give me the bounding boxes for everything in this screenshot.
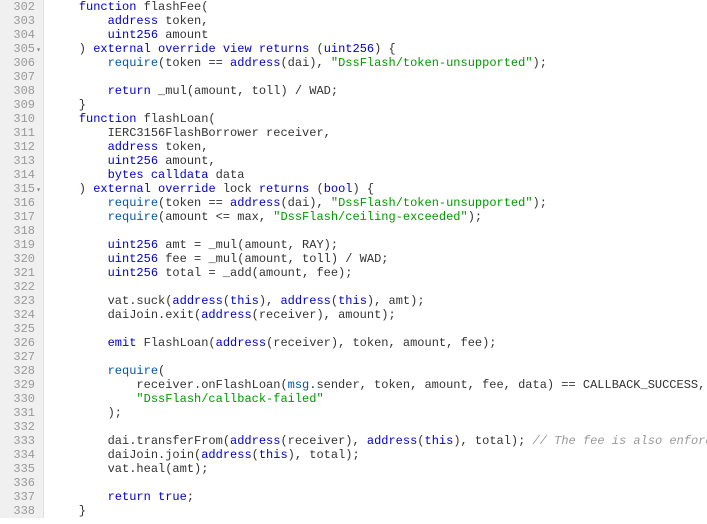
- line-number: 302: [4, 0, 35, 14]
- line-number: 309: [4, 98, 35, 112]
- line-number: 325: [4, 322, 35, 336]
- code-line[interactable]: receiver.onFlashLoan(msg.sender, token, …: [50, 378, 707, 392]
- code-line[interactable]: uint256 fee = _mul(amount, toll) / WAD;: [50, 252, 707, 266]
- code-line[interactable]: vat.suck(address(this), address(this), a…: [50, 294, 707, 308]
- line-number: 333: [4, 434, 35, 448]
- line-number: 304: [4, 28, 35, 42]
- code-editor-content[interactable]: function flashFee( address token, uint25…: [44, 0, 707, 518]
- code-line[interactable]: address token,: [50, 14, 707, 28]
- code-line[interactable]: [50, 224, 707, 238]
- code-line[interactable]: vat.heal(amt);: [50, 462, 707, 476]
- line-number: 303: [4, 14, 35, 28]
- line-number: 311: [4, 126, 35, 140]
- code-line[interactable]: uint256 amount: [50, 28, 707, 42]
- line-number: 323: [4, 294, 35, 308]
- line-number: 336: [4, 476, 35, 490]
- code-line[interactable]: dai.transferFrom(address(receiver), addr…: [50, 434, 707, 448]
- line-number: 319: [4, 238, 35, 252]
- line-number: 329: [4, 378, 35, 392]
- line-number: 318: [4, 224, 35, 238]
- code-line[interactable]: daiJoin.exit(address(receiver), amount);: [50, 308, 707, 322]
- code-line[interactable]: uint256 amount,: [50, 154, 707, 168]
- code-line[interactable]: require(token == address(dai), "DssFlash…: [50, 196, 707, 210]
- line-number: 338: [4, 504, 35, 518]
- code-line[interactable]: }: [50, 98, 707, 112]
- line-number: 321: [4, 266, 35, 280]
- code-line[interactable]: [50, 476, 707, 490]
- line-number: 316: [4, 196, 35, 210]
- line-number: 332: [4, 420, 35, 434]
- line-number: 334: [4, 448, 35, 462]
- code-line[interactable]: uint256 amt = _mul(amount, RAY);: [50, 238, 707, 252]
- code-line[interactable]: bytes calldata data: [50, 168, 707, 182]
- code-line[interactable]: );: [50, 406, 707, 420]
- line-number: 320: [4, 252, 35, 266]
- code-line[interactable]: require(token == address(dai), "DssFlash…: [50, 56, 707, 70]
- code-line[interactable]: require(amount <= max, "DssFlash/ceiling…: [50, 210, 707, 224]
- line-number: 326: [4, 336, 35, 350]
- code-line[interactable]: ) external override view returns (uint25…: [50, 42, 707, 56]
- line-number-gutter: 302303304305▾306307308309310311312313314…: [0, 0, 44, 518]
- line-number: 327: [4, 350, 35, 364]
- fold-toggle-icon[interactable]: ▾: [36, 44, 41, 58]
- code-line[interactable]: return true;: [50, 490, 707, 504]
- code-line[interactable]: [50, 350, 707, 364]
- line-number: 307: [4, 70, 35, 84]
- code-line[interactable]: }: [50, 504, 707, 518]
- code-line[interactable]: daiJoin.join(address(this), total);: [50, 448, 707, 462]
- line-number: 315▾: [4, 182, 35, 196]
- line-number: 313: [4, 154, 35, 168]
- code-line[interactable]: address token,: [50, 140, 707, 154]
- code-line[interactable]: [50, 322, 707, 336]
- line-number: 306: [4, 56, 35, 70]
- code-line[interactable]: emit FlashLoan(address(receiver), token,…: [50, 336, 707, 350]
- fold-toggle-icon[interactable]: ▾: [36, 184, 41, 198]
- code-line[interactable]: [50, 420, 707, 434]
- code-line[interactable]: require(: [50, 364, 707, 378]
- line-number: 317: [4, 210, 35, 224]
- code-line[interactable]: IERC3156FlashBorrower receiver,: [50, 126, 707, 140]
- code-line[interactable]: "DssFlash/callback-failed": [50, 392, 707, 406]
- line-number: 324: [4, 308, 35, 322]
- line-number: 337: [4, 490, 35, 504]
- line-number: 335: [4, 462, 35, 476]
- line-number: 330: [4, 392, 35, 406]
- line-number: 328: [4, 364, 35, 378]
- code-line[interactable]: function flashLoan(: [50, 112, 707, 126]
- code-line[interactable]: return _mul(amount, toll) / WAD;: [50, 84, 707, 98]
- code-line[interactable]: uint256 total = _add(amount, fee);: [50, 266, 707, 280]
- line-number: 331: [4, 406, 35, 420]
- line-number: 312: [4, 140, 35, 154]
- line-number: 308: [4, 84, 35, 98]
- code-line[interactable]: [50, 280, 707, 294]
- line-number: 314: [4, 168, 35, 182]
- code-line[interactable]: ) external override lock returns (bool) …: [50, 182, 707, 196]
- line-number: 322: [4, 280, 35, 294]
- code-line[interactable]: function flashFee(: [50, 0, 707, 14]
- line-number: 305▾: [4, 42, 35, 56]
- line-number: 310: [4, 112, 35, 126]
- code-line[interactable]: [50, 70, 707, 84]
